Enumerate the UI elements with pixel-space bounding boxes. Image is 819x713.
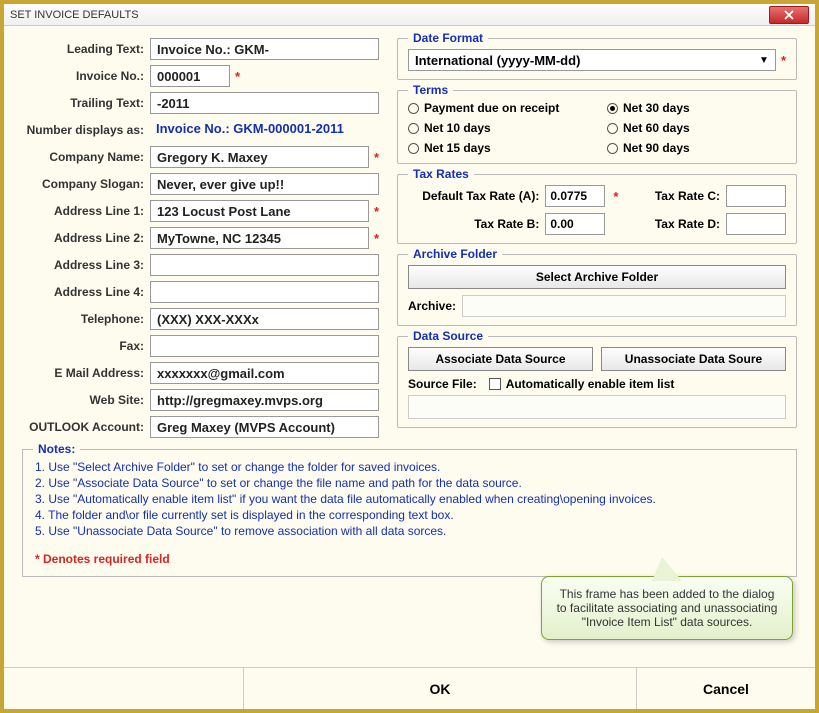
terms-net-90[interactable]: Net 90 days bbox=[607, 141, 786, 155]
note-line: 3. Use "Automatically enable item list" … bbox=[35, 492, 784, 506]
addr3-label: Address Line 3: bbox=[22, 258, 150, 272]
window-title: SET INVOICE DEFAULTS bbox=[10, 9, 769, 21]
tax-a-input[interactable] bbox=[545, 185, 605, 207]
slogan-input[interactable] bbox=[150, 173, 379, 195]
cancel-button[interactable]: Cancel bbox=[637, 668, 815, 709]
company-name-label: Company Name: bbox=[22, 150, 150, 164]
date-format-fieldset: Date Format International (yyyy-MM-dd) ▼… bbox=[397, 38, 797, 80]
fax-input[interactable] bbox=[150, 335, 379, 357]
tel-label: Telephone: bbox=[22, 312, 150, 326]
addr3-input[interactable] bbox=[150, 254, 379, 276]
terms-net-30[interactable]: Net 30 days bbox=[607, 101, 786, 115]
radio-icon bbox=[607, 123, 618, 134]
callout-text: This frame has been added to the dialog … bbox=[557, 587, 778, 629]
display-label: Number displays as: bbox=[22, 123, 150, 137]
note-line: 2. Use "Associate Data Source" to set or… bbox=[35, 476, 784, 490]
datasource-fieldset: Data Source Associate Data Source Unasso… bbox=[397, 336, 797, 428]
archive-path-display bbox=[462, 295, 786, 317]
terms-legend: Terms bbox=[408, 83, 453, 97]
addr4-label: Address Line 4: bbox=[22, 285, 150, 299]
outlook-input[interactable] bbox=[150, 416, 379, 438]
addr4-input[interactable] bbox=[150, 281, 379, 303]
source-file-label: Source File: bbox=[408, 377, 477, 391]
button-bar-spacer bbox=[4, 668, 244, 709]
chevron-down-icon: ▼ bbox=[759, 55, 769, 66]
note-line: 1. Use "Select Archive Folder" to set or… bbox=[35, 460, 784, 474]
required-star: * bbox=[374, 231, 379, 246]
leading-text-label: Leading Text: bbox=[22, 42, 150, 56]
radio-icon bbox=[408, 103, 419, 114]
tel-input[interactable] bbox=[150, 308, 379, 330]
tax-d-label: Tax Rate D: bbox=[641, 217, 720, 231]
notes-legend: Notes: bbox=[33, 442, 80, 456]
archive-legend: Archive Folder bbox=[408, 247, 502, 261]
web-input[interactable] bbox=[150, 389, 379, 411]
date-format-select[interactable]: International (yyyy-MM-dd) ▼ bbox=[408, 49, 776, 71]
trailing-text-label: Trailing Text: bbox=[22, 96, 150, 110]
terms-payment-due[interactable]: Payment due on receipt bbox=[408, 101, 587, 115]
terms-fieldset: Terms Payment due on receipt Net 30 days… bbox=[397, 90, 797, 164]
addr2-label: Address Line 2: bbox=[22, 231, 150, 245]
tax-a-label: Default Tax Rate (A): bbox=[408, 189, 539, 203]
tax-c-label: Tax Rate C: bbox=[641, 189, 720, 203]
note-line: 5. Use "Unassociate Data Source" to remo… bbox=[35, 524, 784, 538]
email-label: E Mail Address: bbox=[22, 366, 150, 380]
tax-d-input[interactable] bbox=[726, 213, 786, 235]
required-star: * bbox=[613, 189, 632, 204]
terms-net-15[interactable]: Net 15 days bbox=[408, 141, 587, 155]
tax-fieldset: Tax Rates Default Tax Rate (A): * Tax Ra… bbox=[397, 174, 797, 244]
invoice-no-input[interactable] bbox=[150, 65, 230, 87]
tax-b-input[interactable] bbox=[545, 213, 605, 235]
radio-icon bbox=[408, 123, 419, 134]
terms-net-60[interactable]: Net 60 days bbox=[607, 121, 786, 135]
auto-enable-checkbox[interactable]: Automatically enable item list bbox=[489, 377, 675, 391]
source-file-display bbox=[408, 395, 786, 419]
archive-fieldset: Archive Folder Select Archive Folder Arc… bbox=[397, 254, 797, 326]
associate-data-source-button[interactable]: Associate Data Source bbox=[408, 347, 593, 371]
datasource-legend: Data Source bbox=[408, 329, 488, 343]
web-label: Web Site: bbox=[22, 393, 150, 407]
radio-icon bbox=[607, 103, 618, 114]
tax-c-input[interactable] bbox=[726, 185, 786, 207]
tax-b-label: Tax Rate B: bbox=[408, 217, 539, 231]
display-value: Invoice No.: GKM-000001-2011 bbox=[150, 119, 379, 141]
slogan-label: Company Slogan: bbox=[22, 177, 150, 191]
trailing-text-input[interactable] bbox=[150, 92, 379, 114]
outlook-label: OUTLOOK Account: bbox=[22, 420, 150, 434]
radio-icon bbox=[607, 143, 618, 154]
close-icon bbox=[784, 10, 794, 20]
addr1-label: Address Line 1: bbox=[22, 204, 150, 218]
tax-legend: Tax Rates bbox=[408, 167, 474, 181]
required-star: * bbox=[781, 53, 786, 68]
date-format-legend: Date Format bbox=[408, 31, 488, 45]
ok-button[interactable]: OK bbox=[244, 668, 637, 709]
select-archive-folder-button[interactable]: Select Archive Folder bbox=[408, 265, 786, 289]
invoice-no-label: Invoice No.: bbox=[22, 69, 150, 83]
email-input[interactable] bbox=[150, 362, 379, 384]
checkbox-icon bbox=[489, 378, 501, 390]
left-column: Leading Text: Invoice No.: * Trailing Tex… bbox=[22, 38, 379, 443]
required-star: * bbox=[235, 69, 240, 84]
company-name-input[interactable] bbox=[150, 146, 369, 168]
terms-net-10[interactable]: Net 10 days bbox=[408, 121, 587, 135]
date-format-value: International (yyyy-MM-dd) bbox=[415, 53, 580, 68]
right-column: Date Format International (yyyy-MM-dd) ▼… bbox=[397, 38, 797, 443]
unassociate-data-source-button[interactable]: Unassociate Data Soure bbox=[601, 347, 786, 371]
note-line: 4. The folder and\or file currently set … bbox=[35, 508, 784, 522]
radio-icon bbox=[408, 143, 419, 154]
leading-text-input[interactable] bbox=[150, 38, 379, 60]
addr1-input[interactable] bbox=[150, 200, 369, 222]
titlebar: SET INVOICE DEFAULTS bbox=[4, 4, 815, 26]
button-bar: OK Cancel bbox=[4, 667, 815, 709]
dialog-window: SET INVOICE DEFAULTS Leading Text: Invoi… bbox=[0, 0, 819, 713]
close-button[interactable] bbox=[769, 6, 809, 24]
required-star: * bbox=[374, 204, 379, 219]
content-area: Leading Text: Invoice No.: * Trailing Tex… bbox=[4, 26, 815, 443]
addr2-input[interactable] bbox=[150, 227, 369, 249]
callout-tooltip: This frame has been added to the dialog … bbox=[541, 576, 793, 640]
required-star: * bbox=[374, 150, 379, 165]
archive-label: Archive: bbox=[408, 299, 456, 313]
fax-label: Fax: bbox=[22, 339, 150, 353]
